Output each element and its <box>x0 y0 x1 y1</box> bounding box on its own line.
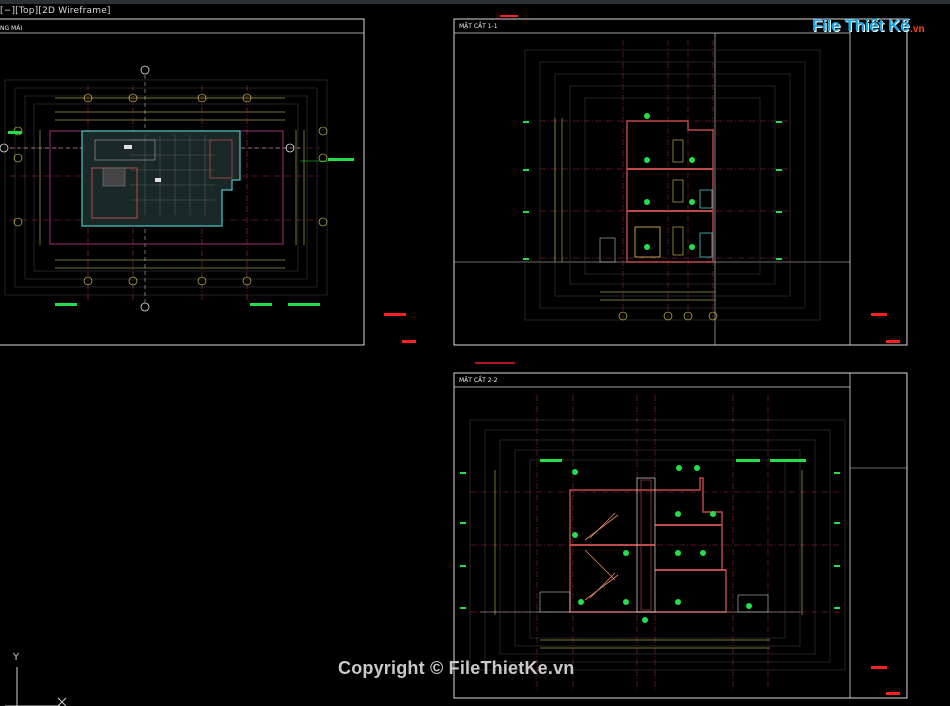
copyright-watermark: Copyright © FileThietKe.vn <box>338 658 575 678</box>
logo-suffix: .vn <box>910 23 925 35</box>
sheet-title-section-2-2: MẶT CẮT 2-2 <box>459 377 498 384</box>
watermark-logo: File Thiết Kế .vn <box>812 14 925 38</box>
ucs-icon <box>5 667 60 706</box>
sheet-section-2-2 <box>453 372 908 699</box>
sheet-title-section-1-1: MẶT CẮT 1-1 <box>459 23 498 30</box>
sheet-section-1-1 <box>453 15 908 364</box>
cad-viewport[interactable]: [−][Top][2D Wireframe] NG MÁI MẶT CẮT 1-… <box>0 0 950 706</box>
sheet-roof-plan <box>0 18 416 346</box>
ucs-x-marker <box>57 697 67 706</box>
drawing-canvas[interactable] <box>0 0 950 706</box>
sheet-title-roof-plan: NG MÁI <box>0 25 23 32</box>
ucs-y-label: Y <box>13 652 20 663</box>
logo-text: File Thiết Kế <box>812 16 910 35</box>
